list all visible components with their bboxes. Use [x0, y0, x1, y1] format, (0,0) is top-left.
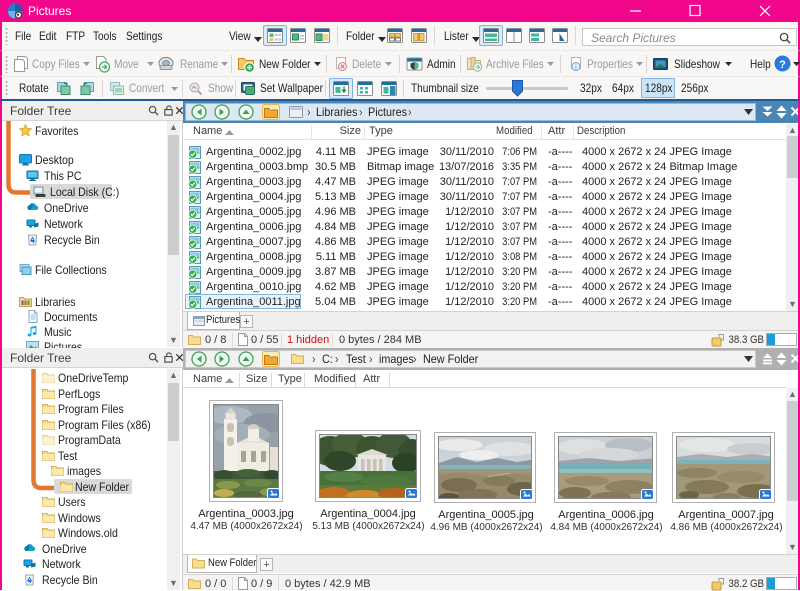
svg-text:?: ?	[779, 59, 786, 71]
